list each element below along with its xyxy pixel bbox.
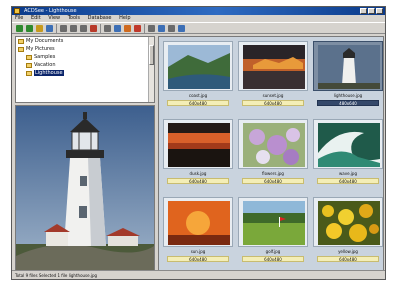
email-icon[interactable] (158, 25, 165, 32)
thumbnail-frame (238, 197, 308, 247)
tree-item-label: Vacation (34, 62, 56, 68)
thumbnail-frame (163, 41, 233, 91)
folder-tree: My Documents My Pictures Samples Vacation Li… (15, 36, 155, 103)
thumbnail-frame (313, 41, 383, 91)
rename-icon[interactable] (104, 25, 111, 32)
thumbnail-frame (313, 119, 383, 169)
wallpaper-icon[interactable] (168, 25, 175, 32)
window-title: ACDSee - Lighthouse (24, 8, 77, 14)
refresh-icon[interactable] (46, 25, 53, 32)
thumbnail-info: 640x480 (167, 178, 229, 184)
thumbnail-info: 640x480 (317, 256, 379, 262)
toolbar-separator (100, 24, 101, 33)
delete-icon[interactable] (90, 25, 97, 32)
tree-item[interactable]: Vacation (16, 61, 154, 69)
thumbnail-info: 640x480 (242, 100, 304, 106)
tree-item-label: My Documents (26, 38, 64, 44)
thumbnail-name: wave.jpg (338, 171, 357, 176)
thumbnail-frame (238, 119, 308, 169)
thumbnail-info: 640x480 (242, 256, 304, 262)
close-button[interactable] (376, 8, 383, 14)
thumbnail-frame (313, 197, 383, 247)
thumbnail-name: yellow.jpg (338, 249, 358, 254)
thumbnail-name: coast.jpg (188, 93, 208, 98)
thumbnail-frame (163, 119, 233, 169)
thumbnail-name: sunset.jpg (262, 93, 284, 98)
thumbnail-image (318, 45, 380, 89)
folder-icon (26, 55, 32, 60)
toolbar-separator (144, 24, 145, 33)
thumbnail-info: 640x480 (167, 256, 229, 262)
forward-icon[interactable] (26, 25, 33, 32)
thumbnail-item[interactable]: golf.jpg 640x480 (236, 195, 310, 270)
thumbnail-image (243, 123, 305, 167)
thumbnail-image (168, 201, 230, 245)
thumbnail-image (168, 123, 230, 167)
up-icon[interactable] (36, 25, 43, 32)
thumbnail-item[interactable]: sun.jpg 640x480 (161, 195, 235, 270)
slideshow-icon[interactable] (134, 25, 141, 32)
thumbnail-name: flowers.jpg (262, 171, 284, 176)
thumbnail-frame (163, 197, 233, 247)
folder-icon (26, 71, 32, 76)
thumbnail-item[interactable]: yellow.jpg 640x480 (311, 195, 383, 270)
toolbar (12, 22, 385, 34)
edit-icon[interactable] (124, 25, 131, 32)
menu-database[interactable]: Database (88, 15, 112, 21)
folder-icon (18, 39, 24, 44)
thumbnail-name: sun.jpg (190, 249, 206, 254)
thumbnail-grid: coast.jpg 640x480 sunset.jpg 640x480 lightho… (158, 36, 384, 271)
thumbnail-image (318, 123, 380, 167)
move-icon[interactable] (80, 25, 87, 32)
menu-tools[interactable]: Tools (68, 15, 80, 21)
rotate-icon[interactable] (114, 25, 121, 32)
thumbnail-image (168, 45, 230, 89)
thumbnail-item[interactable]: coast.jpg 640x480 (161, 39, 235, 115)
copy-icon[interactable] (70, 25, 77, 32)
thumbnail-name: lighthouse.jpg (333, 93, 363, 98)
thumbnail-frame (238, 41, 308, 91)
thumbnail-item[interactable]: wave.jpg 640x480 (311, 117, 383, 193)
menu-bar: File Edit View Tools Database Help (12, 15, 385, 22)
tree-item[interactable]: My Pictures (16, 45, 154, 53)
maximize-button[interactable] (368, 8, 375, 14)
tree-item-label: Samples (34, 54, 56, 60)
help-icon[interactable] (178, 25, 185, 32)
view-icon[interactable] (60, 25, 67, 32)
thumbnail-name: golf.jpg (265, 249, 281, 254)
menu-help[interactable]: Help (119, 15, 130, 21)
thumbnail-name: dusk.jpg (189, 171, 207, 176)
print-icon[interactable] (148, 25, 155, 32)
preview-pane (15, 105, 155, 271)
thumbnail-image (243, 201, 305, 245)
tree-item-label: Lighthouse (34, 70, 64, 76)
thumbnail-image (318, 201, 380, 245)
app-icon (14, 8, 20, 14)
toolbar-separator (56, 24, 57, 33)
menu-view[interactable]: View (48, 15, 60, 21)
lighthouse-preview-image (16, 106, 154, 270)
folder-icon (26, 63, 32, 68)
status-bar: Total 9 files Selected 1 file lighthouse… (12, 270, 385, 279)
menu-edit[interactable]: Edit (31, 15, 41, 21)
back-icon[interactable] (16, 25, 23, 32)
thumbnail-item[interactable]: sunset.jpg 640x480 (236, 39, 310, 115)
tree-item-label: My Pictures (26, 46, 55, 52)
tree-item[interactable]: Samples (16, 53, 154, 61)
title-bar: ACDSee - Lighthouse (12, 7, 385, 15)
thumbnail-info: 480x640 (317, 100, 379, 106)
thumbnail-info: 640x480 (242, 178, 304, 184)
thumbnail-image (243, 45, 305, 89)
menu-file[interactable]: File (15, 15, 23, 21)
folder-icon (18, 47, 24, 52)
app-window: ACDSee - Lighthouse File Edit View Tools… (11, 6, 386, 280)
thumbnail-item[interactable]: lighthouse.jpg 480x640 (311, 39, 383, 115)
thumbnail-info: 640x480 (317, 178, 379, 184)
thumbnail-info: 640x480 (167, 100, 229, 106)
tree-item[interactable]: Lighthouse (16, 69, 154, 77)
thumbnail-item[interactable]: dusk.jpg 640x480 (161, 117, 235, 193)
minimize-button[interactable] (360, 8, 367, 14)
tree-item[interactable]: My Documents (16, 37, 154, 45)
thumbnail-item[interactable]: flowers.jpg 640x480 (236, 117, 310, 193)
